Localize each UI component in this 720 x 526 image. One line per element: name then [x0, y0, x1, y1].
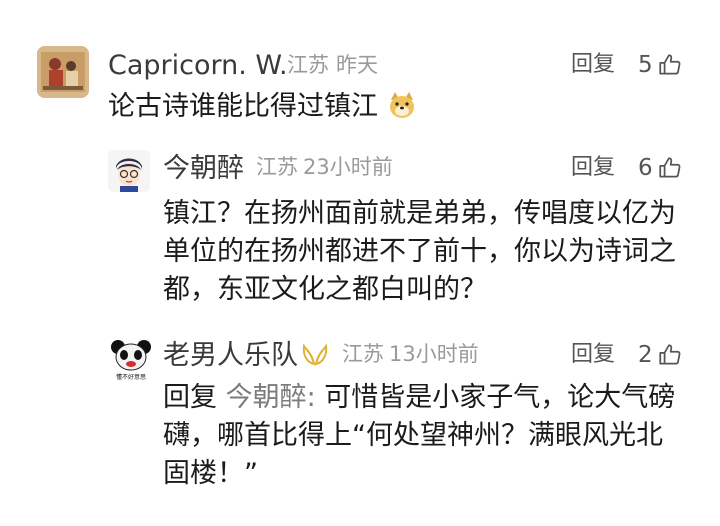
comment-text: 论古诗谁能比得过镇江 [108, 88, 668, 126]
like-button[interactable]: 6 [638, 155, 683, 181]
thumbs-up-icon [659, 157, 681, 178]
like-button[interactable]: 5 [638, 52, 683, 78]
comment-text: 回复 今朝醉: 可惜皆是小家子气，论大气磅礴，哪首比得上“何处望神州？满眼风光北… [163, 382, 676, 489]
avatar-painting[interactable] [37, 46, 89, 98]
like-count: 6 [638, 154, 653, 181]
comment-text: 镇江？在扬州面前就是弟弟，传唱度以亿为单位的在扬州都进不了前十，你以为诗词之都，… [163, 198, 676, 305]
reply-button[interactable]: 回复 [571, 54, 615, 76]
timestamp: 13小时前 [389, 342, 479, 366]
reply-button[interactable]: 回复 [571, 157, 615, 179]
reply-prefix: 回复 [163, 382, 217, 413]
doge-emoji-icon [389, 92, 414, 118]
avatar-panda-meme[interactable]: 懂不好意思 [108, 337, 154, 383]
avatar-caption: 懂不好意思 [116, 373, 146, 381]
like-button[interactable]: 2 [638, 342, 683, 368]
timestamp: 昨天 [336, 53, 378, 77]
wings-badge-icon [302, 343, 328, 366]
username[interactable]: 老男人乐队 [163, 342, 298, 369]
like-count: 2 [638, 341, 653, 368]
username[interactable]: 今朝醉 [163, 155, 244, 182]
thumbs-up-icon [659, 54, 681, 75]
location: 江苏 [287, 53, 329, 77]
like-count: 5 [638, 51, 653, 78]
reply-button[interactable]: 回复 [571, 344, 615, 366]
timestamp: 23小时前 [303, 155, 393, 179]
username[interactable]: Capricorn. W. [108, 52, 288, 79]
avatar-cartoon-boy[interactable] [108, 150, 150, 192]
location: 江苏 [342, 342, 384, 366]
location: 江苏 [256, 155, 298, 179]
thumbs-up-icon [659, 344, 681, 365]
reply-target-link[interactable]: 今朝醉: [226, 382, 316, 413]
